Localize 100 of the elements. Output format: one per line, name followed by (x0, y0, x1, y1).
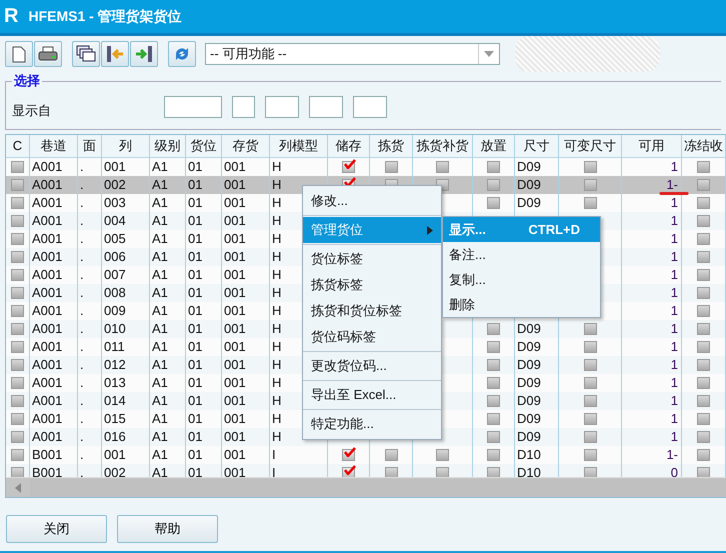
column-header[interactable]: 拣货补货 (413, 135, 473, 157)
copy-button[interactable] (72, 41, 100, 67)
checkbox[interactable] (11, 197, 24, 209)
checkbox[interactable] (11, 341, 24, 353)
checkbox[interactable] (697, 377, 710, 389)
checkbox[interactable] (384, 161, 398, 173)
column-header[interactable]: 尺寸 (515, 135, 559, 157)
input-field[interactable] (232, 96, 255, 118)
checkbox[interactable] (487, 467, 500, 477)
checkbox[interactable] (384, 449, 398, 461)
checkbox[interactable] (11, 161, 24, 173)
checkbox[interactable] (11, 323, 24, 335)
column-header[interactable]: 可用 (622, 135, 682, 157)
checkbox[interactable] (584, 197, 596, 209)
checkbox[interactable] (487, 323, 500, 335)
column-header[interactable]: 列模型 (270, 135, 328, 157)
print-button[interactable] (34, 41, 62, 67)
help-button[interactable]: 帮助 (117, 515, 218, 543)
input-field[interactable] (353, 96, 387, 118)
column-header[interactable]: 可变尺寸 (559, 135, 622, 157)
column-header[interactable]: 拣货 (370, 135, 413, 157)
checkbox[interactable] (11, 179, 24, 191)
checkbox[interactable] (384, 467, 398, 477)
checkbox[interactable] (697, 269, 710, 281)
menu-item[interactable]: 拣货和货位标签 (303, 298, 441, 324)
scroll-left-icon[interactable] (14, 483, 22, 493)
checkbox[interactable] (697, 413, 710, 425)
checkbox[interactable] (11, 413, 24, 425)
checkbox[interactable] (584, 449, 596, 461)
close-button[interactable]: 关闭 (6, 515, 107, 543)
checkbox[interactable] (697, 251, 710, 263)
checkbox[interactable] (487, 413, 500, 425)
menu-item[interactable]: 修改... (303, 188, 441, 214)
import-button[interactable] (101, 41, 129, 67)
checkbox[interactable] (11, 215, 24, 227)
checkbox[interactable] (697, 215, 710, 227)
checkbox[interactable] (697, 233, 710, 245)
checkbox[interactable] (584, 161, 596, 173)
checkbox[interactable] (584, 179, 596, 191)
checkbox[interactable] (11, 359, 24, 371)
checkbox[interactable] (487, 431, 500, 443)
checkbox[interactable] (697, 467, 710, 477)
menu-item[interactable]: 删除 (443, 292, 600, 317)
menu-item[interactable]: 货位标签 (303, 246, 441, 272)
checkbox[interactable] (697, 287, 710, 299)
column-header[interactable]: 存货 (222, 135, 270, 157)
checkbox[interactable] (584, 413, 596, 425)
checkbox[interactable] (584, 431, 596, 443)
menu-item[interactable]: 拣货标签 (303, 272, 441, 298)
checkbox[interactable] (697, 431, 710, 443)
column-header[interactable]: 级别 (150, 135, 186, 157)
menu-item[interactable]: 货位码标签 (303, 324, 441, 350)
checkbox[interactable] (436, 449, 449, 461)
checkbox[interactable] (584, 395, 596, 407)
checkbox[interactable] (487, 161, 500, 173)
checkbox[interactable] (436, 161, 449, 173)
checkbox[interactable] (487, 377, 500, 389)
function-dropdown[interactable]: -- 可用功能 -- (205, 43, 500, 65)
checkbox[interactable] (487, 449, 500, 461)
checkbox[interactable] (11, 449, 24, 461)
checkbox[interactable] (342, 449, 355, 461)
checkbox[interactable] (11, 233, 24, 245)
column-header[interactable]: 面 (78, 135, 102, 157)
column-header[interactable]: 冻结收 (682, 135, 726, 157)
checkbox[interactable] (697, 341, 710, 353)
menu-item[interactable]: 导出至 Excel... (303, 382, 441, 408)
new-document-button[interactable] (5, 41, 33, 67)
checkbox[interactable] (11, 467, 24, 477)
checkbox[interactable] (11, 251, 24, 263)
checkbox[interactable] (11, 377, 24, 389)
checkbox[interactable] (584, 359, 596, 371)
checkbox[interactable] (697, 449, 710, 461)
checkbox[interactable] (487, 197, 500, 209)
checkbox[interactable] (697, 305, 710, 317)
checkbox[interactable] (11, 431, 24, 443)
checkbox[interactable] (487, 179, 500, 191)
checkbox[interactable] (697, 161, 710, 173)
export-button[interactable] (130, 41, 158, 67)
checkbox[interactable] (697, 395, 710, 407)
checkbox[interactable] (11, 305, 24, 317)
menu-item[interactable]: 更改货位码... (303, 353, 441, 379)
column-header[interactable]: 巷道 (30, 135, 78, 157)
checkbox[interactable] (697, 359, 710, 371)
checkbox[interactable] (584, 377, 596, 389)
checkbox[interactable] (584, 323, 596, 335)
menu-item[interactable]: 复制... (443, 267, 600, 292)
checkbox[interactable] (487, 341, 500, 353)
checkbox[interactable] (487, 395, 500, 407)
column-header[interactable]: C (6, 135, 30, 157)
checkbox[interactable] (697, 179, 710, 191)
input-field[interactable] (309, 96, 343, 118)
checkbox[interactable] (342, 161, 355, 173)
checkbox[interactable] (584, 341, 596, 353)
checkbox[interactable] (697, 323, 710, 335)
checkbox[interactable] (11, 287, 24, 299)
checkbox[interactable] (11, 269, 24, 281)
refresh-button[interactable] (168, 41, 196, 67)
column-header[interactable]: 储存 (328, 135, 370, 157)
checkbox[interactable] (487, 359, 500, 371)
menu-item[interactable]: 备注... (443, 242, 600, 267)
